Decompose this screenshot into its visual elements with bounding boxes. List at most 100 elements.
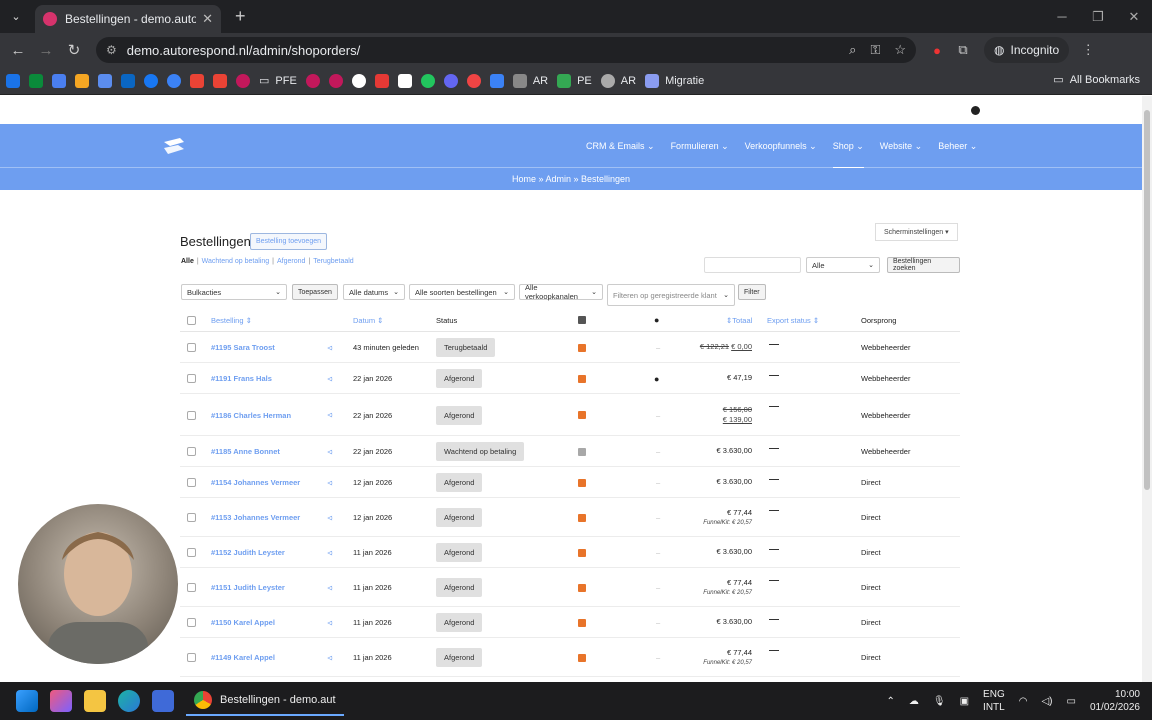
bulk-actions-select[interactable]: Bulkacties ⌄ — [181, 284, 287, 300]
order-link[interactable]: #1154 Johannes Vermeer — [211, 467, 300, 498]
search-input[interactable] — [704, 257, 801, 273]
table-row[interactable]: #1195 Sara Troost ⏿ 43 minuten geleden Teru… — [180, 332, 960, 363]
row-checkbox[interactable] — [187, 513, 196, 522]
menu-shop[interactable]: Shop ⌄ — [832, 141, 864, 168]
restore-button[interactable]: ❐ — [1080, 0, 1116, 33]
facebook-icon[interactable] — [144, 73, 158, 88]
app-icon[interactable] — [152, 690, 174, 712]
row-checkbox-cell[interactable] — [187, 498, 196, 537]
invoice-icon[interactable] — [578, 583, 586, 592]
minimize-button[interactable]: ─ — [1044, 0, 1080, 33]
invoice-icon[interactable] — [578, 618, 586, 627]
table-row[interactable]: #1149 Karel Appel ⏿ 11 jan 2026 Afgerond – € … — [180, 638, 960, 677]
bookmark-ar-1[interactable]: AR — [512, 73, 548, 88]
extension-icon[interactable]: ● — [924, 43, 950, 58]
close-window-button[interactable]: ✕ — [1116, 0, 1152, 33]
row-checkbox-cell[interactable] — [187, 436, 196, 467]
menu-website[interactable]: Website ⌄ — [880, 141, 922, 168]
preview-eye-icon[interactable]: ⏿ — [327, 363, 333, 394]
volume-icon[interactable]: ◁) — [1041, 696, 1052, 707]
copilot-icon[interactable] — [50, 690, 72, 712]
select-all-checkbox[interactable] — [187, 315, 196, 325]
reload-button[interactable]: ↻ — [60, 41, 88, 59]
browser-tab-active[interactable]: Bestellingen - demo.autorespond ✕ — [35, 5, 221, 33]
preview-eye-icon[interactable]: ⏿ — [327, 498, 333, 537]
page-scrollbar[interactable] — [1142, 96, 1152, 682]
scrollbar-thumb[interactable] — [1144, 110, 1150, 490]
user-account-icon[interactable] — [971, 106, 980, 115]
new-tab-button[interactable]: + — [235, 6, 246, 27]
order-link[interactable]: #1195 Sara Troost — [211, 332, 275, 363]
bookmark-migratie[interactable]: Migratie — [645, 73, 704, 88]
all-bookmarks-button[interactable]: ▭ All Bookmarks — [1053, 73, 1140, 87]
table-row[interactable]: #1150 Karel Appel ⏿ 11 jan 2026 Afgerond – € … — [180, 607, 960, 638]
bookmark-pe[interactable]: PE — [557, 73, 592, 88]
menu-crm[interactable]: CRM & Emails ⌄ — [586, 141, 655, 168]
menu-formulieren[interactable]: Formulieren ⌄ — [671, 141, 729, 168]
bookmark-icon-16[interactable] — [374, 73, 389, 88]
preview-eye-icon[interactable]: ⏿ — [327, 394, 333, 436]
language-indicator[interactable]: ENG INTL — [983, 688, 1005, 714]
menu-verkoopfunnels[interactable]: Verkoopfunnels ⌄ — [745, 141, 817, 168]
forward-button[interactable]: → — [32, 42, 60, 59]
invoice-icon-cell[interactable] — [578, 607, 586, 638]
invoice-icon[interactable] — [578, 411, 586, 419]
clock[interactable]: 10:00 01/02/2026 — [1090, 688, 1140, 714]
table-row[interactable]: #1152 Judith Leyster ⏿ 11 jan 2026 Afgerond… — [180, 537, 960, 568]
invoice-icon-cell[interactable] — [578, 363, 586, 394]
wifi-icon[interactable]: ◠ — [1019, 696, 1028, 707]
preview-eye-icon[interactable]: ⏿ — [327, 467, 333, 498]
edge-icon[interactable] — [118, 690, 140, 712]
dates-select[interactable]: Alle datums ⌄ — [343, 284, 405, 300]
select-all-checkbox-cell[interactable] — [187, 309, 196, 331]
search-scope-select[interactable]: Alle ⌄ — [806, 257, 880, 273]
bookmark-icon-4[interactable] — [75, 73, 89, 88]
filter-completed[interactable]: Afgerond — [277, 258, 305, 265]
preview-eye-icon[interactable]: ⏿ — [327, 607, 333, 638]
invoice-icon-cell[interactable] — [578, 638, 586, 677]
order-link[interactable]: #1149 Karel Appel — [211, 638, 275, 677]
google-icon[interactable] — [351, 73, 366, 88]
browser-menu-icon[interactable]: ⋮ — [1075, 42, 1101, 58]
bookmark-icon-13[interactable] — [305, 73, 320, 88]
preview-eye-icon[interactable]: ⏿ — [327, 638, 333, 677]
bookmark-icon-17[interactable] — [397, 73, 412, 88]
row-checkbox[interactable] — [187, 583, 196, 592]
invoice-icon-cell[interactable] — [578, 436, 586, 467]
row-checkbox-cell[interactable] — [187, 467, 196, 498]
bookmark-icon-2[interactable] — [29, 73, 43, 88]
bookmark-icon-1[interactable] — [6, 73, 20, 88]
bookmark-icon-14[interactable] — [328, 73, 343, 88]
order-link[interactable]: #1150 Karel Appel — [211, 607, 275, 638]
preview-eye-icon[interactable]: ⏿ — [327, 537, 333, 568]
invoice-icon-cell[interactable] — [578, 394, 586, 436]
site-logo-icon[interactable] — [160, 136, 188, 156]
bookmark-icon-8[interactable] — [167, 73, 181, 88]
row-checkbox[interactable] — [187, 548, 196, 557]
bookmark-icon-18[interactable] — [420, 73, 435, 88]
order-link[interactable]: #1153 Johannes Vermeer — [211, 498, 300, 537]
address-bar[interactable]: ⚙ demo.autorespond.nl/admin/shoporders/ … — [96, 37, 916, 63]
invoice-icon-cell[interactable] — [578, 498, 586, 537]
invoice-icon[interactable] — [578, 374, 586, 383]
bookmark-star-icon[interactable]: ☆ — [894, 42, 906, 58]
tray-overflow-icon[interactable]: ⌃ — [887, 696, 895, 707]
filter-button[interactable]: Filter — [738, 284, 766, 300]
bookmark-icon-3[interactable] — [52, 73, 66, 88]
add-order-button[interactable]: Bestelling toevoegen — [250, 233, 327, 250]
screen-settings-button[interactable]: Scherminstellingen ▾ — [875, 223, 958, 241]
taskbar-chrome-app[interactable]: Bestellingen - demo.aut — [186, 686, 344, 716]
order-link[interactable]: #1152 Judith Leyster — [211, 537, 285, 568]
bookmark-icon-11[interactable] — [236, 73, 250, 88]
col-date-header[interactable]: Datum ⇕ — [353, 309, 383, 331]
order-link[interactable]: #1151 Judith Leyster — [211, 568, 285, 607]
start-icon[interactable] — [16, 690, 38, 712]
bookmark-ar-2[interactable]: AR — [600, 73, 636, 88]
filter-refunded[interactable]: Terugbetaald — [313, 258, 353, 265]
row-checkbox[interactable] — [187, 618, 196, 627]
preview-eye-icon[interactable]: ⏿ — [327, 568, 333, 607]
table-row[interactable]: #1191 Frans Hals ⏿ 22 jan 2026 Afgerond ● € 4… — [180, 363, 960, 394]
col-export-header[interactable]: Export status ⇕ — [767, 309, 819, 331]
table-row[interactable]: #1153 Johannes Vermeer ⏿ 12 jan 2026 Afgero… — [180, 498, 960, 537]
preview-eye-icon[interactable]: ⏿ — [327, 436, 333, 467]
